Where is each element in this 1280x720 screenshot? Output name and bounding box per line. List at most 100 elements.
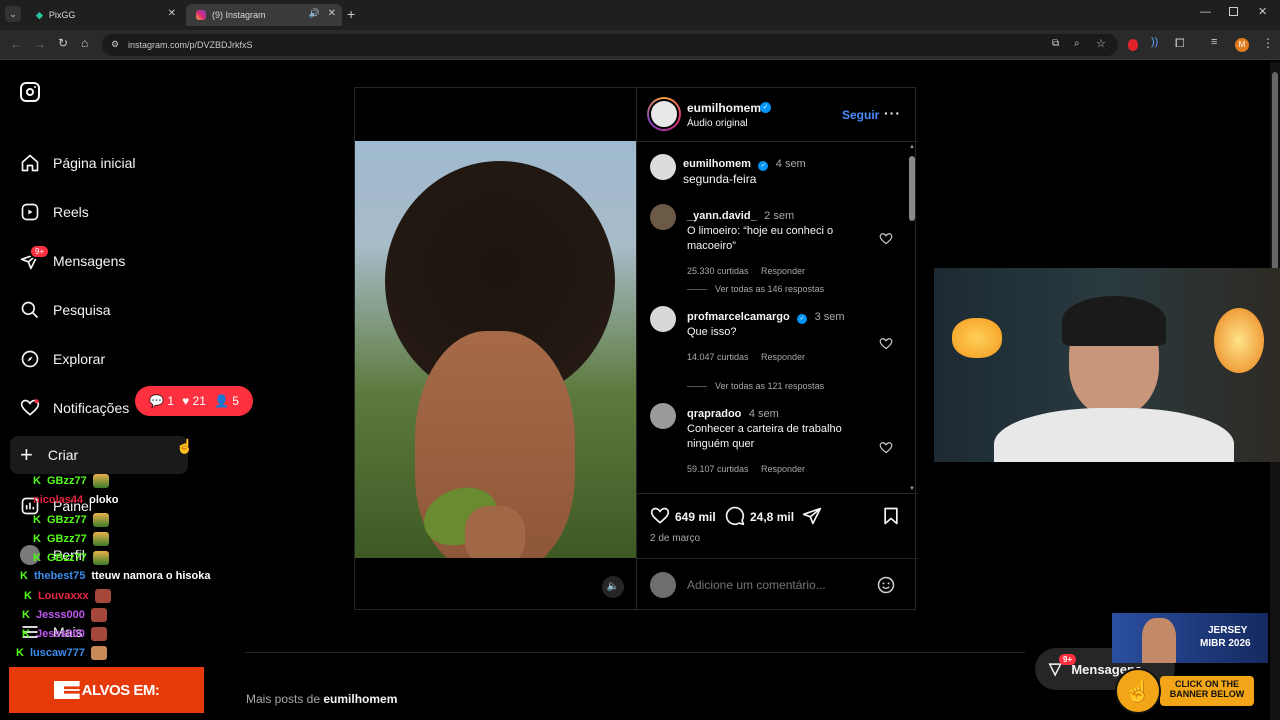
comment-username[interactable]: profmarcelcamargo [687,311,790,323]
comment-input[interactable] [687,576,867,594]
save-bookmark-icon[interactable] [881,506,901,526]
sidebar-item-home[interactable]: Página inicial [20,151,136,175]
tab-pixgg[interactable]: ◆ PixGG ✕ [26,4,182,26]
extension-wave-icon[interactable]: )) [1151,36,1158,48]
comment-bubble-icon[interactable] [725,506,745,526]
audio-label[interactable]: Áudio original [687,118,748,129]
author-avatar[interactable] [647,97,681,131]
view-replies-button[interactable]: Ver todas as 121 respostas [687,381,824,391]
scrollbar-thumb[interactable] [909,156,915,221]
mute-button[interactable]: 🔈 [602,576,624,598]
notifications-popup[interactable]: 💬 1 ♥ 21 👤 5 [135,386,253,416]
reload-icon[interactable]: ↻ [58,36,68,50]
sidebar-item-search[interactable]: Pesquisa [20,298,111,322]
url-bar[interactable]: ⚙ instagram.com/p/DVZBDJrkfxS ⧉ ⌕ ☆ [102,34,1118,56]
post-modal: 🔈 eumilhomem ✓ Áudio original Seguir ···… [354,87,918,611]
verified-badge-icon: ✓ [760,102,771,113]
zoom-icon[interactable]: ⌕ [1074,38,1080,49]
author-avatar[interactable] [650,154,676,180]
follow-count-item: 👤 5 [214,394,239,408]
cap-shape [1062,296,1166,346]
tab-list-dropdown-icon[interactable]: ⌄ [5,6,21,22]
sidebar-item-reels[interactable]: Reels [20,200,89,224]
plus-icon: + [20,442,33,467]
sidebar-item-notifications[interactable]: Notificações [20,396,129,420]
reel-video[interactable] [355,141,636,558]
comment-row: profmarcelcamargo ✓ 3 sem Que isso? 14.0… [687,307,877,365]
like-count-item: ♥ 21 [182,394,206,408]
comment-likes[interactable]: 25.330 curtidas [687,266,749,276]
restore-window-icon[interactable] [1229,7,1238,16]
sidebar-item-messages[interactable]: Mensagens 9+ [20,244,125,273]
chat-username: Jesss000 [35,628,85,640]
close-window-icon[interactable]: ✕ [1258,5,1267,18]
ad-cta-banner[interactable]: CLICK ON THE BANNER BELOW [1160,676,1254,706]
more-posts-user[interactable]: eumilhomem [323,692,397,706]
comment-username[interactable]: qrapradoo [687,408,741,420]
comment-likes[interactable]: 14.047 curtidas [687,352,749,362]
like-count[interactable]: 649 mil [675,510,716,524]
commenter-avatar[interactable] [650,306,676,332]
new-tab-button[interactable]: + [347,6,355,22]
comment-username[interactable]: eumilhomem [683,158,751,170]
like-heart-icon[interactable] [650,506,670,526]
home-icon [21,154,39,172]
bookmark-star-icon[interactable]: ☆ [1096,37,1106,50]
emoji-icon[interactable] [876,575,896,595]
comment-row: _yann.david_ 2 sem O limoeiro: “hoje eu … [687,206,877,279]
tab-title: PixGG [48,10,76,20]
comment-username[interactable]: _yann.david_ [687,210,757,222]
extensions-puzzle-icon[interactable]: ⧠ [1175,36,1185,51]
like-comment-heart-icon[interactable] [879,441,893,455]
comment-time: 4 sem [748,408,779,420]
reply-button[interactable]: Responder [761,266,805,276]
chat-message: K Louvaxxx [24,589,111,603]
chat-message: K GBzz77 [33,551,109,565]
chat-username: nicolas44 [33,494,84,506]
sidebar-item-create[interactable]: + Criar [10,436,188,474]
close-tab-icon[interactable]: ✕ [328,8,336,19]
browser-menu-icon[interactable]: ⋮ [1262,36,1274,50]
scrollbar-thumb[interactable] [1272,72,1278,272]
install-icon[interactable]: ⧉ [1052,38,1059,49]
more-options-icon[interactable]: ··· [884,105,901,121]
sidebar-item-label: Criar [47,447,79,463]
chat-text: tteuw namora o hisoka [91,570,211,582]
speaker-icon[interactable]: 🔊 [309,8,320,19]
comments-scrollbar[interactable]: ▲ ▼ [908,144,916,492]
follow-count: 5 [232,394,239,408]
media-control-icon[interactable]: ≡ [1211,36,1217,48]
site-info-icon[interactable]: ⚙ [111,39,119,50]
reply-button[interactable]: Responder [761,352,805,362]
instagram-logo-icon[interactable] [20,82,40,102]
extension-red-icon[interactable] [1128,39,1138,51]
emote-icon [94,589,111,603]
close-tab-icon[interactable]: ✕ [168,8,176,19]
ad-banner[interactable]: JERSEY MIBR 2026 [1112,613,1268,663]
commenter-avatar[interactable] [650,403,676,429]
like-comment-heart-icon[interactable] [879,232,893,246]
chat-username: thebest75 [33,570,86,582]
tab-instagram[interactable]: (9) Instagram 🔊 ✕ [186,4,342,26]
chat-username: Louvaxxx [37,590,89,602]
reply-button[interactable]: Responder [761,464,805,474]
home-icon[interactable]: ⌂ [81,36,88,50]
share-icon[interactable] [802,506,822,526]
comment-likes[interactable]: 59.107 curtidas [687,464,749,474]
author-username[interactable]: eumilhomem [687,101,761,115]
more-posts-divider [245,652,1025,653]
chat-username: luscaw777 [29,647,85,659]
profile-avatar[interactable]: M [1235,38,1249,52]
sidebar-item-explore[interactable]: Explorar [20,347,105,371]
back-icon[interactable]: ← [10,37,22,51]
comment-time: 4 sem [775,158,806,170]
commenter-avatar[interactable] [650,204,676,230]
like-comment-heart-icon[interactable] [879,337,893,351]
forward-icon[interactable]: → [34,37,46,51]
comments-list[interactable]: eumilhomem ✓ 4 sem segunda-feira _yann.d… [637,142,918,492]
minimize-window-icon[interactable]: — [1200,6,1211,18]
chat-username: GBzz77 [46,514,87,526]
view-replies-button[interactable]: Ver todas as 146 respostas [687,284,824,294]
follow-button[interactable]: Seguir [842,108,879,122]
comment-count[interactable]: 24,8 mil [750,510,794,524]
